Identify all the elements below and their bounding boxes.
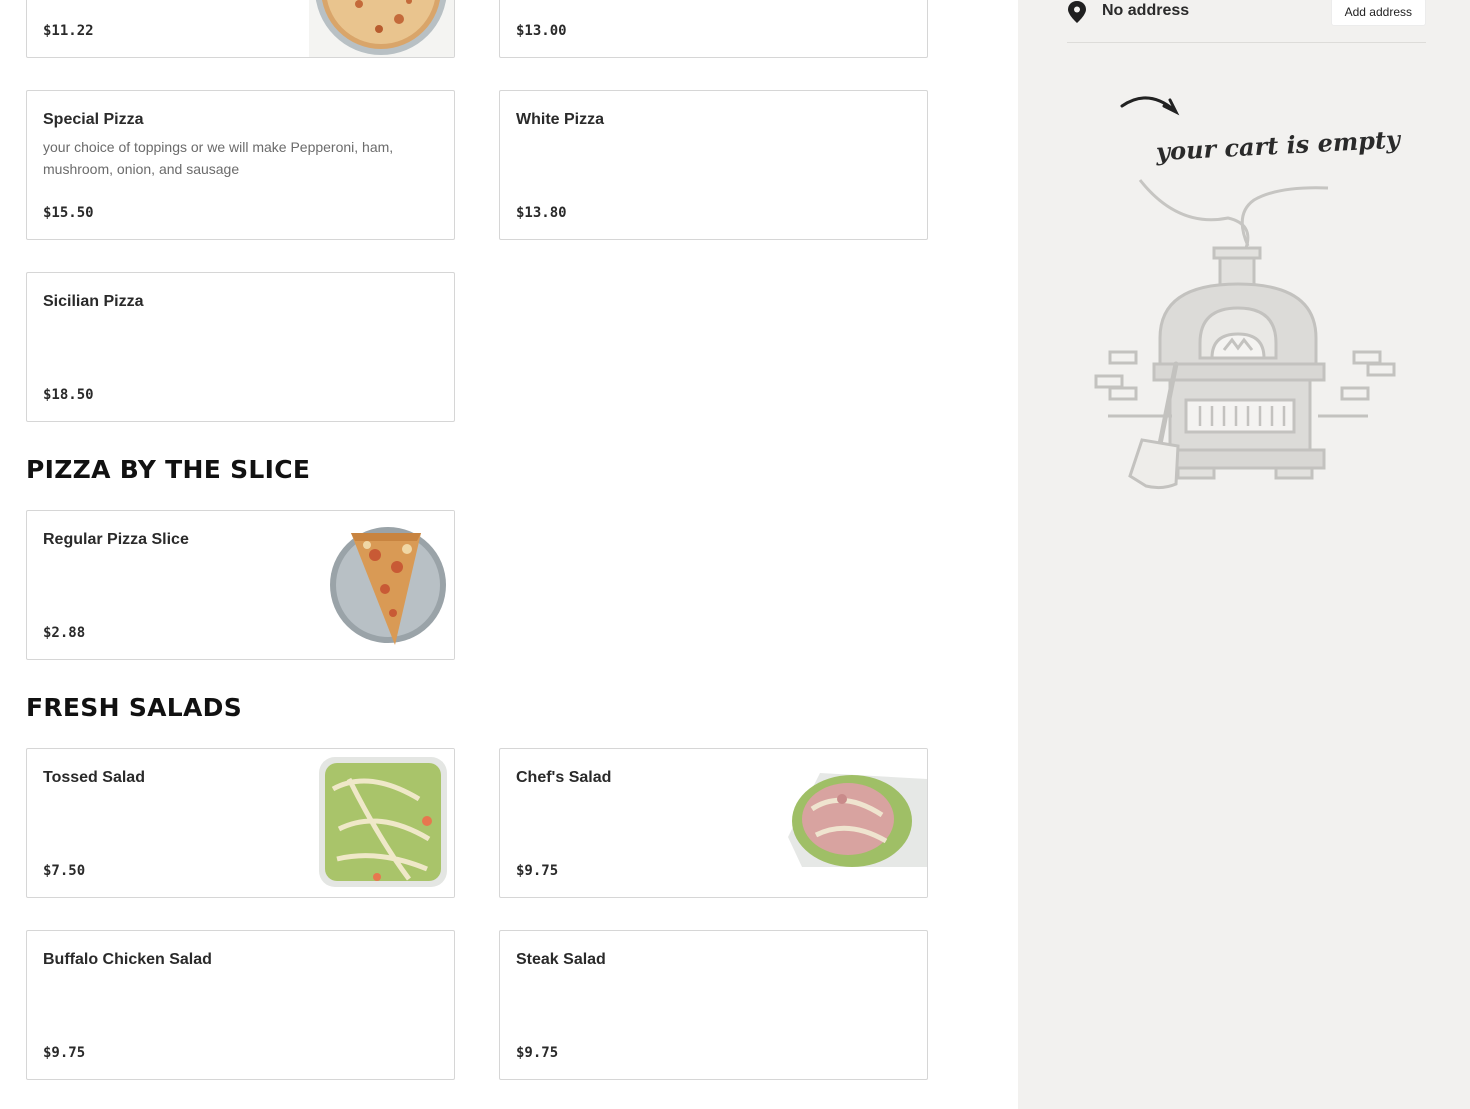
menu-item-card[interactable]: Special Pizza your choice of toppings or… [26,90,455,240]
menu-item-card[interactable]: White Pizza $13.80 [499,90,928,240]
address-text: No address [1102,2,1190,19]
cart-sidebar: No address Add address your cart is empt… [1018,0,1470,1109]
menu-item-card[interactable]: Steak Salad $9.75 [499,930,928,1080]
item-price: $13.80 [516,205,567,221]
pizza-slice-photo [309,511,454,659]
item-name: Sicilian Pizza [43,293,144,310]
item-name: Chef's Salad [516,769,612,786]
add-address-button[interactable]: Add address [1330,0,1426,26]
item-price: $9.75 [43,1045,86,1061]
item-price: $15.50 [43,205,94,221]
menu-item-card[interactable]: Tossed Salad $7.50 [26,748,455,898]
salad-photo [782,749,927,897]
address-row: No address Add address [1067,0,1426,43]
item-description: your choice of toppings or we will make … [43,139,394,177]
item-price: $9.75 [516,863,559,879]
item-price: $18.50 [43,387,94,403]
item-price: $11.22 [43,23,94,39]
section-title-pizza-slice: PIZZA BY THE SLICE [26,455,311,484]
empty-cart-text: your cart is empty [1154,124,1402,166]
item-name: Tossed Salad [43,769,145,786]
item-price: $13.00 [516,23,567,39]
menu-item-card[interactable]: Chef's Salad $9.75 [499,748,928,898]
item-price: $2.88 [43,625,86,641]
item-name: White Pizza [516,111,605,128]
menu-list: $11.22 $13.00 Special Pizza your choice … [0,0,1018,1109]
item-name: Special Pizza [43,111,144,128]
menu-item-card[interactable]: Buffalo Chicken Salad $9.75 [26,930,455,1080]
pizza-photo [309,0,454,57]
pizza-oven-illustration: your cart is empty [1094,96,1403,490]
menu-item-card[interactable]: $11.22 [26,0,455,58]
item-price: $9.75 [516,1045,559,1061]
map-pin-icon [1068,1,1086,23]
item-name: Buffalo Chicken Salad [43,951,212,968]
menu-item-card[interactable]: $13.00 [499,0,928,58]
menu-item-card[interactable]: Regular Pizza Slice $2.88 [26,510,455,660]
item-price: $7.50 [43,863,86,879]
item-name: Regular Pizza Slice [43,531,189,548]
section-title-fresh-salads: FRESH SALADS [26,693,243,722]
item-name: Steak Salad [516,951,606,968]
salad-photo [309,749,454,897]
menu-item-card[interactable]: Sicilian Pizza $18.50 [26,272,455,422]
